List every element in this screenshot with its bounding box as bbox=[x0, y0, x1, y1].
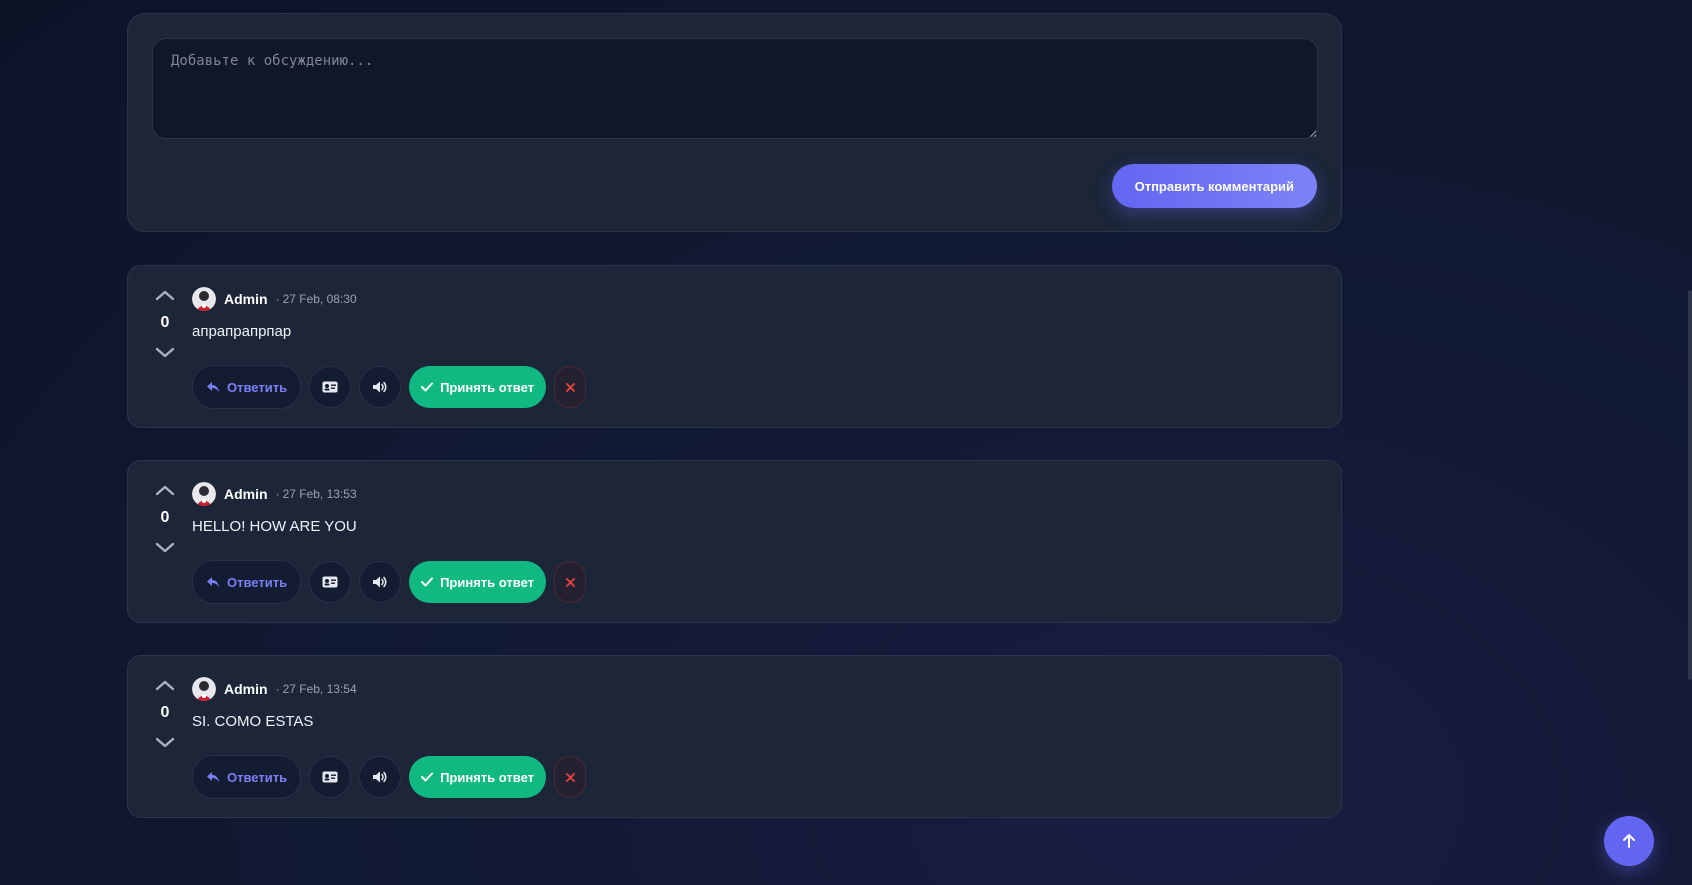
chevron-up-icon[interactable] bbox=[150, 284, 180, 308]
comment-actions: Ответить Принять ответ bbox=[192, 560, 586, 604]
comment-input[interactable] bbox=[152, 38, 1318, 139]
card-button[interactable] bbox=[309, 366, 352, 408]
vote-controls: 0 bbox=[150, 284, 180, 364]
close-icon bbox=[565, 577, 575, 587]
chevron-down-icon[interactable] bbox=[150, 340, 180, 364]
arrow-up-icon bbox=[1623, 834, 1635, 848]
accept-answer-button[interactable]: Принять ответ bbox=[409, 756, 546, 798]
author-name[interactable]: Admin bbox=[224, 681, 268, 697]
delete-button[interactable] bbox=[554, 756, 586, 798]
timestamp: 27 Feb, 13:54 bbox=[282, 682, 357, 696]
speaker-icon bbox=[373, 771, 387, 783]
comment-card: 0 Admin · 27 Feb, 13:53 HELLO! HOW ARE Y… bbox=[127, 460, 1342, 623]
delete-button[interactable] bbox=[554, 561, 586, 603]
accept-answer-label: Принять ответ bbox=[440, 769, 534, 785]
timestamp: 27 Feb, 13:53 bbox=[282, 487, 357, 501]
accept-answer-button[interactable]: Принять ответ bbox=[409, 561, 546, 603]
avatar[interactable] bbox=[192, 287, 216, 311]
reply-icon bbox=[207, 772, 219, 782]
separator: · bbox=[275, 292, 280, 306]
check-icon bbox=[421, 772, 434, 782]
scrollbar[interactable] bbox=[1688, 290, 1692, 680]
comment-header: Admin · 27 Feb, 13:54 bbox=[192, 676, 357, 702]
comment-header: Admin · 27 Feb, 08:30 bbox=[192, 286, 357, 312]
submit-comment-button[interactable]: Отправить комментарий bbox=[1111, 164, 1317, 208]
reply-label: Ответить bbox=[227, 769, 288, 785]
delete-button[interactable] bbox=[554, 366, 586, 408]
comment-text: HELLO! HOW ARE YOU bbox=[192, 518, 357, 535]
card-button[interactable] bbox=[309, 756, 352, 798]
vote-score: 0 bbox=[160, 704, 170, 721]
vote-score: 0 bbox=[160, 314, 170, 331]
reply-button[interactable]: Ответить bbox=[192, 560, 302, 604]
comment-actions: Ответить Принять ответ bbox=[192, 365, 586, 409]
comment-header: Admin · 27 Feb, 13:53 bbox=[192, 481, 357, 507]
reply-label: Ответить bbox=[227, 574, 288, 590]
chevron-up-icon[interactable] bbox=[150, 674, 180, 698]
scroll-to-top-button[interactable] bbox=[1604, 816, 1654, 866]
accept-answer-label: Принять ответ bbox=[440, 574, 534, 590]
comment-actions: Ответить Принять ответ bbox=[192, 755, 586, 799]
comment-text: апрапрапрпар bbox=[192, 323, 292, 340]
separator: · bbox=[275, 487, 280, 501]
speaker-icon bbox=[373, 576, 387, 588]
chevron-down-icon[interactable] bbox=[150, 535, 180, 559]
speaker-icon bbox=[373, 381, 387, 393]
audio-button[interactable] bbox=[359, 756, 402, 798]
reply-button[interactable]: Ответить bbox=[192, 365, 302, 409]
comment-composer: Отправить комментарий bbox=[127, 13, 1342, 232]
id-card-icon bbox=[322, 381, 338, 393]
chevron-up-icon[interactable] bbox=[150, 479, 180, 503]
card-button[interactable] bbox=[309, 561, 352, 603]
vote-controls: 0 bbox=[150, 479, 180, 559]
audio-button[interactable] bbox=[359, 366, 402, 408]
close-icon bbox=[565, 772, 575, 782]
reply-icon bbox=[207, 577, 219, 587]
separator: · bbox=[275, 682, 280, 696]
timestamp: 27 Feb, 08:30 bbox=[282, 292, 357, 306]
reply-icon bbox=[207, 382, 219, 392]
accept-answer-label: Принять ответ bbox=[440, 379, 534, 395]
id-card-icon bbox=[322, 771, 338, 783]
avatar[interactable] bbox=[192, 677, 216, 701]
author-name[interactable]: Admin bbox=[224, 291, 268, 307]
comment-card: 0 Admin · 27 Feb, 08:30 апрапрапрпар Отв… bbox=[127, 265, 1342, 428]
close-icon bbox=[565, 382, 575, 392]
check-icon bbox=[421, 577, 434, 587]
chevron-down-icon[interactable] bbox=[150, 730, 180, 754]
reply-button[interactable]: Ответить bbox=[192, 755, 302, 799]
avatar[interactable] bbox=[192, 482, 216, 506]
comment-card: 0 Admin · 27 Feb, 13:54 SI. COMO ESTAS О… bbox=[127, 655, 1342, 818]
reply-label: Ответить bbox=[227, 379, 288, 395]
comment-text: SI. COMO ESTAS bbox=[192, 713, 314, 730]
check-icon bbox=[421, 382, 434, 392]
author-name[interactable]: Admin bbox=[224, 486, 268, 502]
vote-controls: 0 bbox=[150, 674, 180, 754]
vote-score: 0 bbox=[160, 509, 170, 526]
accept-answer-button[interactable]: Принять ответ bbox=[409, 366, 546, 408]
id-card-icon bbox=[322, 576, 338, 588]
audio-button[interactable] bbox=[359, 561, 402, 603]
